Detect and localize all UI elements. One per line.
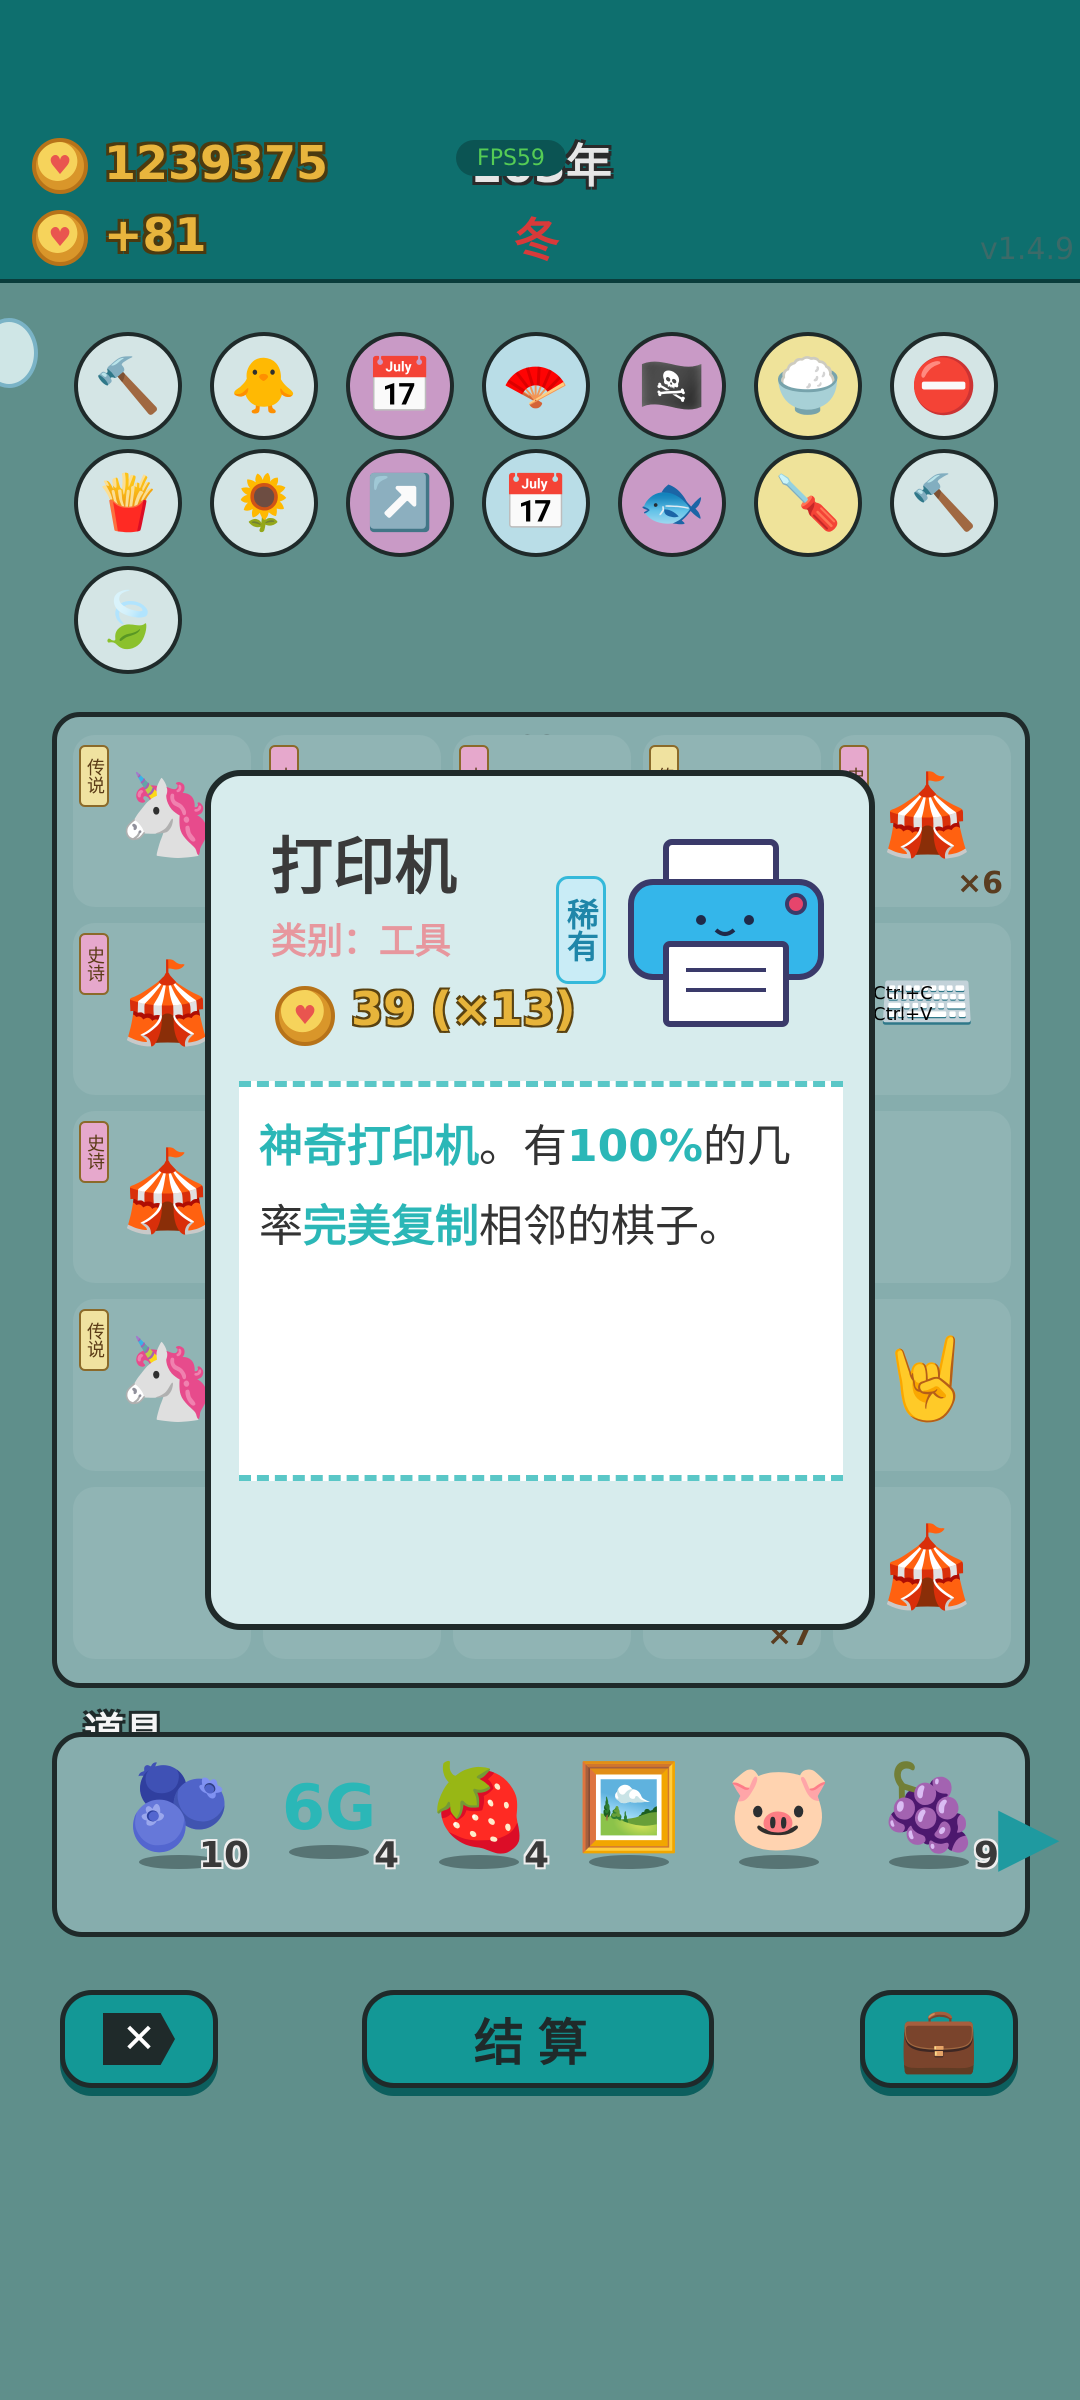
item-description: 神奇打印机。有100%的几率完美复制相邻的棋子。 — [259, 1121, 791, 1252]
prop-item[interactable]: 🐷 — [709, 1765, 849, 1925]
rice-bowl-icon: 🍚 — [774, 354, 842, 417]
prop-icon: 6G — [281, 1771, 377, 1844]
leaf-icon: 🍃 — [94, 588, 162, 651]
prop-item[interactable]: 🍇 9 — [859, 1765, 999, 1925]
fish-bowl-item[interactable]: 🐟 — [618, 449, 726, 557]
coin-income: +81 — [104, 208, 207, 262]
screwdriver-icon: 🪛 — [774, 471, 842, 534]
price-coin-icon: ♥ — [275, 986, 335, 1046]
sunflower-icon: 🌻 — [230, 471, 298, 534]
board-piece-icon: 🦄 — [117, 768, 217, 861]
next-arrow-icon[interactable]: ▶ — [998, 1788, 1060, 1881]
coin-total: 1239375 — [104, 136, 329, 190]
close-button[interactable]: ✕ — [60, 1990, 218, 2088]
leaf-item[interactable]: 🍃 — [74, 566, 182, 674]
settle-label: 结算 — [474, 2014, 602, 2072]
settle-button[interactable]: 结算 — [362, 1990, 714, 2088]
prop-count: 4 — [373, 1835, 399, 1876]
card-category: 类别：工具 — [271, 921, 452, 962]
calendar-item[interactable]: 📅 — [482, 449, 590, 557]
rarity-tag: 传说 — [79, 745, 109, 807]
briefcase-icon: 💼 — [899, 2002, 979, 2077]
calendar-item[interactable]: 📅 — [346, 332, 454, 440]
hammer-icon: 🔨 — [94, 354, 162, 417]
prop-shadow — [589, 1855, 669, 1869]
rarity-tag: 传说 — [79, 1309, 109, 1371]
prop-count: 4 — [523, 1835, 549, 1876]
rarity-tag: 史诗 — [79, 933, 109, 995]
piece-count: ×6 — [956, 866, 1003, 901]
prop-shadow — [739, 1855, 819, 1869]
skirt-icon: 🪭 — [502, 354, 570, 417]
pirate-icon: 🏴‍☠️ — [638, 354, 706, 417]
side-tab-button[interactable] — [0, 318, 38, 388]
fps-counter: FPS59 — [456, 140, 566, 176]
board-piece-icon: 🎪 — [117, 1144, 217, 1237]
rice-bowl-item[interactable]: 🍚 — [754, 332, 862, 440]
prop-icon: 🖼️ — [576, 1758, 682, 1856]
sunflower-item[interactable]: 🌻 — [210, 449, 318, 557]
minus-sign-icon: ⛔ — [910, 354, 978, 417]
prop-shadow — [889, 1855, 969, 1869]
prop-item[interactable]: 🫐 10 — [109, 1765, 249, 1925]
description-box: 神奇打印机。有100%的几率完美复制相邻的棋子。 — [239, 1081, 843, 1481]
skirt-item[interactable]: 🪭 — [482, 332, 590, 440]
prop-item[interactable]: 🖼️ — [559, 1765, 699, 1925]
board-piece-icon: 🤘 — [877, 1332, 977, 1425]
coin-icon: ♥ — [32, 138, 88, 194]
hammer-item[interactable]: 🔨 — [890, 449, 998, 557]
prop-icon: 🐷 — [726, 1758, 832, 1856]
board-piece-icon: 🎪 — [117, 956, 217, 1049]
prop-shadow — [289, 1845, 369, 1859]
prop-item[interactable]: 🍓 4 — [409, 1765, 549, 1925]
prop-shadow — [439, 1855, 519, 1869]
prop-count: 9 — [973, 1835, 999, 1876]
minus-sign-item[interactable]: ⛔ — [890, 332, 998, 440]
bag-button[interactable]: 💼 — [860, 1990, 1018, 2088]
printer-icon — [628, 839, 824, 1027]
arrow-card-icon: ↗️ — [366, 471, 434, 534]
board-piece-icon: 🦄 — [117, 1332, 217, 1425]
chick-egg-icon: 🐥 — [230, 354, 298, 417]
hammer-item[interactable]: 🔨 — [74, 332, 182, 440]
calendar-icon: 📅 — [502, 471, 570, 534]
board-piece-icon: 🎪 — [877, 768, 977, 861]
piece-text: Ctrl+C Ctrl+V — [873, 983, 933, 1025]
pirate-item[interactable]: 🏴‍☠️ — [618, 332, 726, 440]
fries-icon: 🍟 — [94, 471, 162, 534]
close-icon: ✕ — [103, 2013, 175, 2065]
top-bar: ♥ 1239375 ♥ +81 103年 FPS59 冬 v1.4.9 — [0, 0, 1080, 283]
calendar-icon: 📅 — [366, 354, 434, 417]
chick-egg-item[interactable]: 🐥 — [210, 332, 318, 440]
fries-item[interactable]: 🍟 — [74, 449, 182, 557]
board-piece-icon: 🎪 — [877, 1520, 977, 1613]
card-price: 39 (×13) — [351, 982, 576, 1036]
season-label: 冬 — [514, 213, 560, 267]
version-label: v1.4.9 — [980, 232, 1075, 267]
screwdriver-item[interactable]: 🪛 — [754, 449, 862, 557]
item-detail-card[interactable]: 打印机 类别：工具 ♥ 39 (×13) 稀有 神奇打印机。有100%的几率完美… — [205, 770, 875, 1630]
hammer-icon: 🔨 — [910, 471, 978, 534]
prop-count: 10 — [198, 1835, 249, 1876]
income-coin-icon: ♥ — [32, 210, 88, 266]
prop-item[interactable]: 6G 4 — [259, 1765, 399, 1925]
card-title: 打印机 — [271, 830, 458, 903]
rarity-badge: 稀有 — [556, 876, 606, 984]
fish-bowl-icon: 🐟 — [638, 471, 706, 534]
rarity-tag: 史诗 — [79, 1121, 109, 1183]
arrow-card-item[interactable]: ↗️ — [346, 449, 454, 557]
props-bar: 🫐 10 6G 4 🍓 4 🖼️ 🐷 🍇 9 — [52, 1732, 1030, 1937]
